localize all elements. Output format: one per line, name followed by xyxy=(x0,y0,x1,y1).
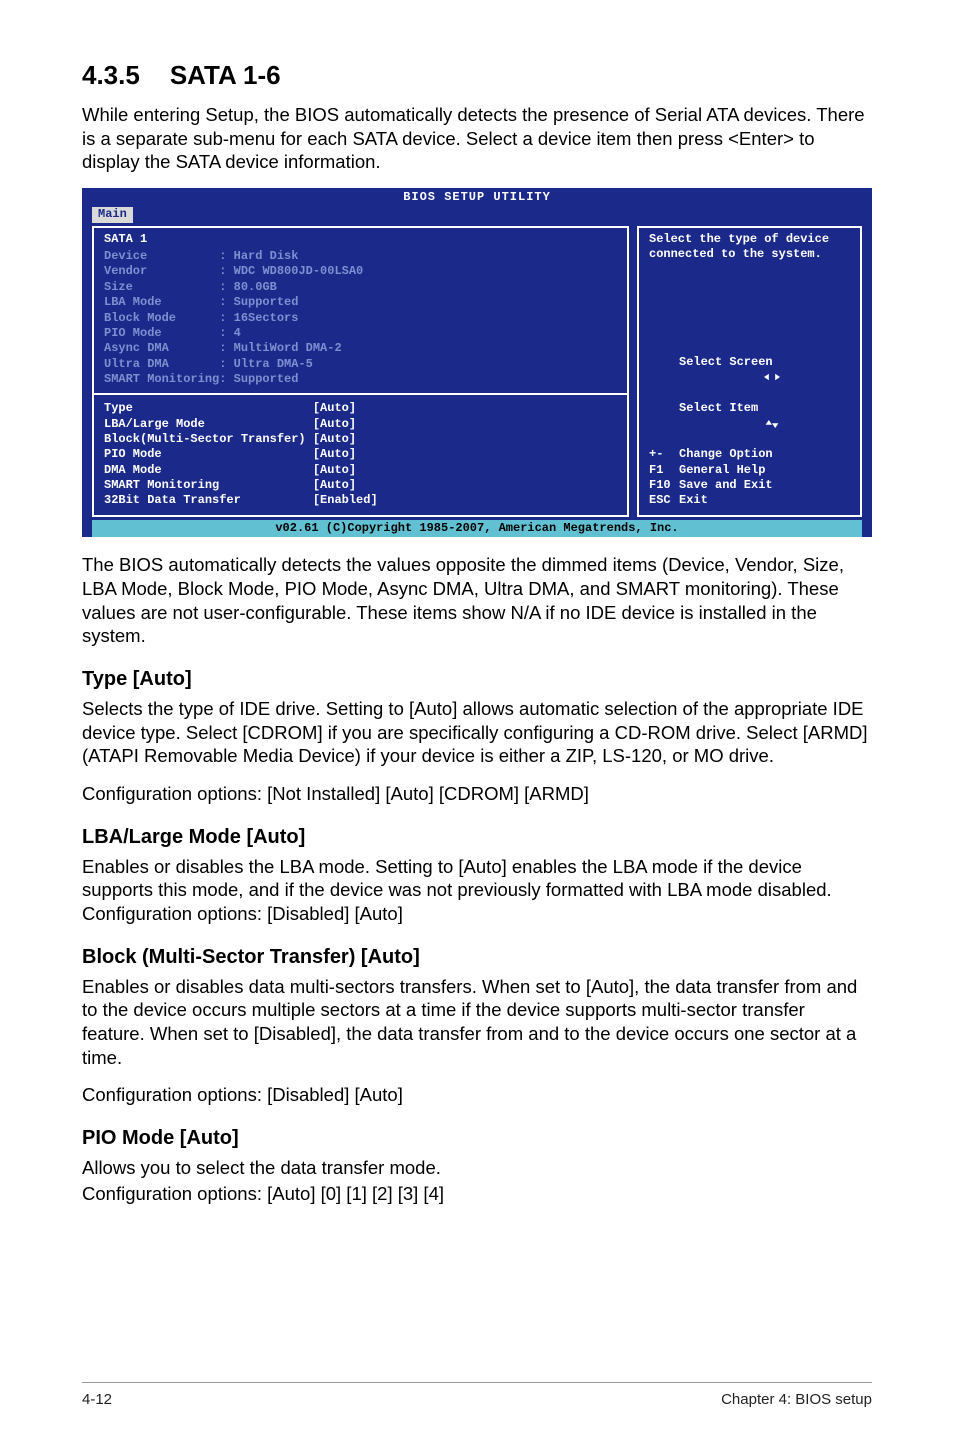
block-p2: Configuration options: [Disabled] [Auto] xyxy=(82,1083,872,1107)
dim-block: Block Mode : 16Sectors xyxy=(104,311,617,326)
dim-ultra: Ultra DMA : Ultra DMA-5 xyxy=(104,357,617,372)
esc-key-icon: ESC xyxy=(649,493,679,508)
opt-lbalarge[interactable]: LBA/Large Mode [Auto] xyxy=(104,417,617,432)
f1-key-icon: F1 xyxy=(649,463,679,478)
key-select-item: Select Item xyxy=(649,401,850,447)
dim-async: Async DMA : MultiWord DMA-2 xyxy=(104,341,617,356)
pio-p1: Allows you to select the data transfer m… xyxy=(82,1156,872,1180)
footer-page-number: 4-12 xyxy=(82,1391,112,1408)
footer-chapter: Chapter 4: BIOS setup xyxy=(721,1391,872,1408)
bios-footer: v02.61 (C)Copyright 1985-2007, American … xyxy=(92,520,862,537)
dim-smart: SMART Monitoring: Supported xyxy=(104,372,617,387)
arrows-left-right-icon xyxy=(649,355,679,401)
bios-screenshot: BIOS SETUP UTILITY Main SATA 1 Device : … xyxy=(82,188,872,537)
opt-pio[interactable]: PIO Mode [Auto] xyxy=(104,447,617,462)
dim-lba: LBA Mode : Supported xyxy=(104,295,617,310)
opt-smart[interactable]: SMART Monitoring [Auto] xyxy=(104,478,617,493)
bios-panels: SATA 1 Device : Hard Disk Vendor : WDC W… xyxy=(82,226,872,520)
intro-paragraph: While entering Setup, the BIOS automatic… xyxy=(82,103,872,174)
heading-type: Type [Auto] xyxy=(82,668,872,691)
bios-right-panel: Select the type of device connected to t… xyxy=(637,226,862,517)
key-general-help: F1General Help xyxy=(649,463,850,478)
help-description: Select the type of device connected to t… xyxy=(649,232,850,263)
option-rows: Type [Auto] LBA/Large Mode [Auto] Block(… xyxy=(104,401,617,509)
plus-minus-icon: +- xyxy=(649,447,679,462)
opt-32bit[interactable]: 32Bit Data Transfer [Enabled] xyxy=(104,493,617,508)
key-exit: ESCExit xyxy=(649,493,850,508)
f10-key-icon: F10 xyxy=(649,478,679,493)
type-p2: Configuration options: [Not Installed] [… xyxy=(82,782,872,806)
device-header: SATA 1 xyxy=(104,232,617,249)
page-footer: 4-12 Chapter 4: BIOS setup xyxy=(82,1382,872,1408)
section-title: SATA 1-6 xyxy=(170,60,281,90)
bios-left-panel: SATA 1 Device : Hard Disk Vendor : WDC W… xyxy=(92,226,629,517)
dim-device: Device : Hard Disk xyxy=(104,249,617,264)
dim-vendor: Vendor : WDC WD800JD-00LSA0 xyxy=(104,264,617,279)
pio-p2: Configuration options: [Auto] [0] [1] [2… xyxy=(82,1182,872,1206)
tab-main[interactable]: Main xyxy=(92,207,133,222)
panel-separator xyxy=(94,393,627,395)
heading-block: Block (Multi-Sector Transfer) [Auto] xyxy=(82,946,872,969)
after-bios-paragraph: The BIOS automatically detects the value… xyxy=(82,553,872,648)
section-number: 4.3.5 xyxy=(82,60,140,91)
lba-p1: Enables or disables the LBA mode. Settin… xyxy=(82,855,872,926)
help-key-legend: Select Screen Select Item +-Change Optio… xyxy=(649,355,850,509)
bios-title: BIOS SETUP UTILITY xyxy=(82,188,872,207)
dimmed-info: Device : Hard Disk Vendor : WDC WD800JD-… xyxy=(104,249,617,387)
dim-pio: PIO Mode : 4 xyxy=(104,326,617,341)
dim-size: Size : 80.0GB xyxy=(104,280,617,295)
key-change-option: +-Change Option xyxy=(649,447,850,462)
block-p1: Enables or disables data multi-sectors t… xyxy=(82,975,872,1070)
key-select-screen: Select Screen xyxy=(649,355,850,401)
heading-lba: LBA/Large Mode [Auto] xyxy=(82,826,872,849)
arrows-up-down-icon xyxy=(649,401,679,447)
opt-block[interactable]: Block(Multi-Sector Transfer) [Auto] xyxy=(104,432,617,447)
key-save-exit: F10Save and Exit xyxy=(649,478,850,493)
opt-type[interactable]: Type [Auto] xyxy=(104,401,617,416)
heading-pio: PIO Mode [Auto] xyxy=(82,1127,872,1150)
bios-tab-row: Main xyxy=(82,207,872,225)
content-area: 4.3.5 SATA 1-6 While entering Setup, the … xyxy=(82,60,872,1358)
page: 4.3.5 SATA 1-6 While entering Setup, the … xyxy=(0,0,954,1438)
section-heading: 4.3.5 SATA 1-6 xyxy=(82,60,872,91)
opt-dma[interactable]: DMA Mode [Auto] xyxy=(104,463,617,478)
type-p1: Selects the type of IDE drive. Setting t… xyxy=(82,697,872,768)
